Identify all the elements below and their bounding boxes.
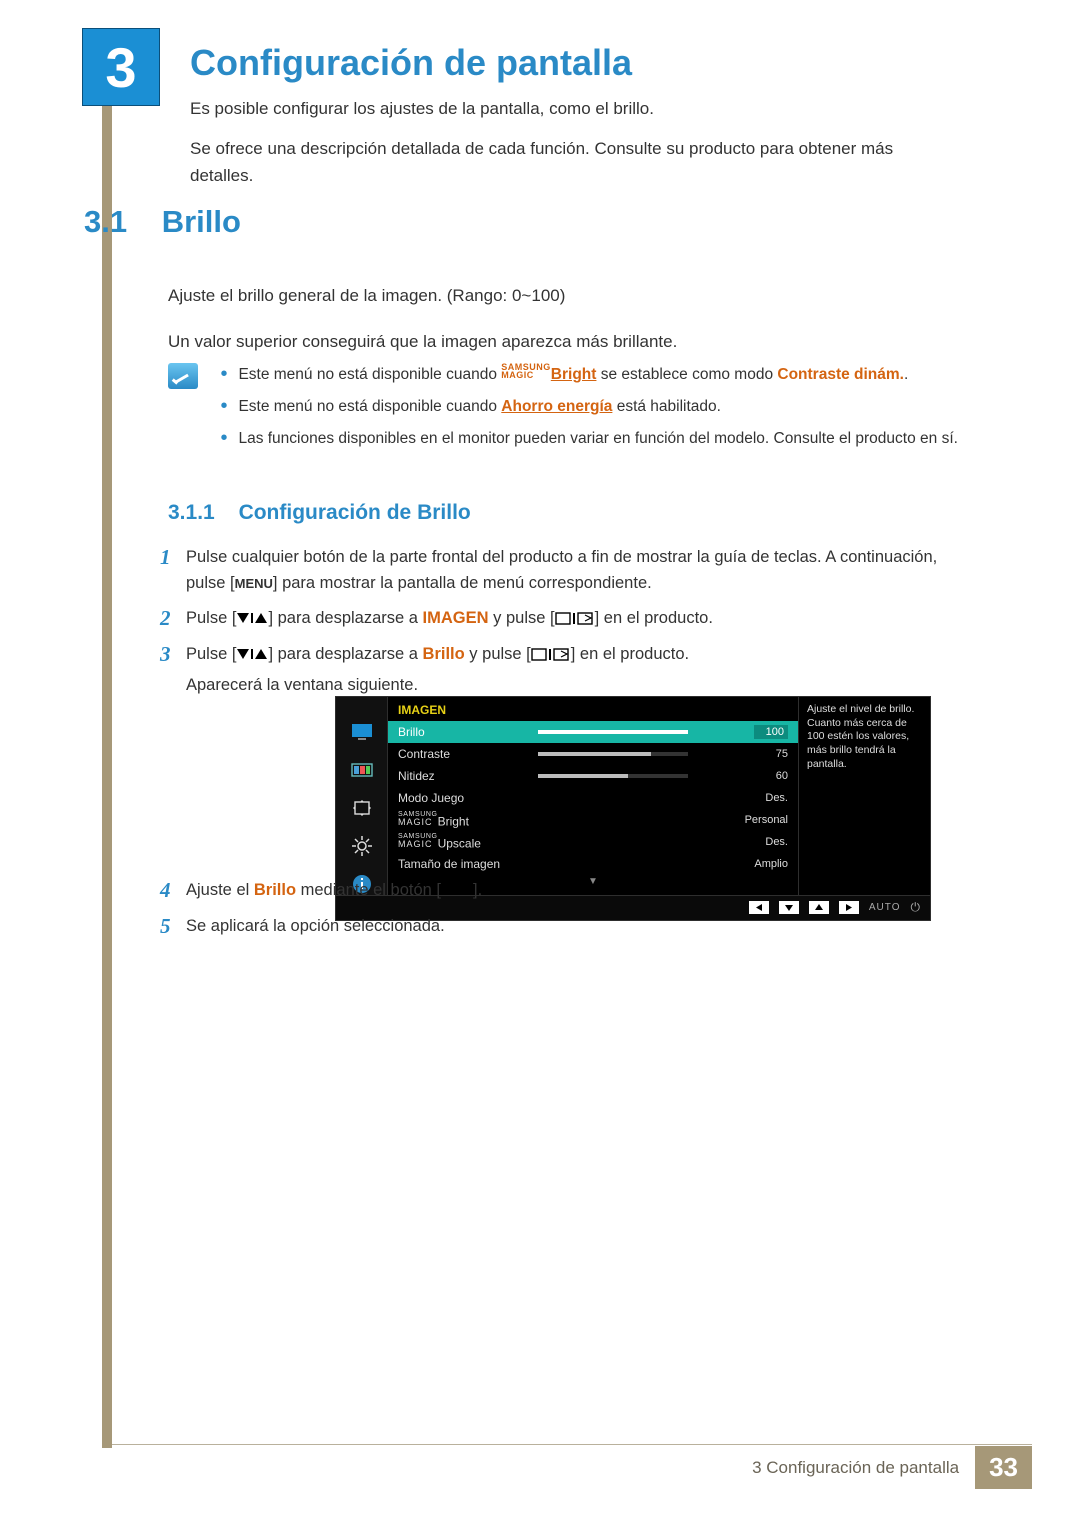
osd-slider	[538, 774, 688, 778]
step-3: 3 Pulse [] para desplazarse a Brillo y p…	[160, 642, 960, 699]
subsection-heading: 3.1.1 Configuración de Brillo	[168, 501, 471, 525]
note-item-2: Este menú no está disponible cuando Ahor…	[220, 395, 960, 419]
intro-block: Es posible configurar los ajustes de la …	[190, 96, 960, 203]
down-up-icon	[236, 608, 268, 634]
menu-button-label: MENU	[235, 576, 273, 591]
step-1: 1 Pulse cualquier botón de la parte fron…	[160, 545, 960, 596]
osd-row: SAMSUNGMAGICBright Personal	[388, 809, 798, 831]
section-body: Ajuste el brillo general de la imagen. (…	[168, 283, 958, 376]
osd-row-value: Des.	[728, 792, 788, 804]
enter-source-icon	[531, 645, 571, 671]
osd-row-label: Tamaño de imagen	[398, 857, 538, 871]
page-footer: 3 Configuración de pantalla 33	[752, 1446, 1032, 1489]
osd-slider	[538, 730, 688, 734]
osd-row-label: Nitidez	[398, 769, 538, 783]
section-heading: 3.1 Brillo	[84, 204, 241, 240]
osd-row-value: Des.	[728, 836, 788, 848]
note-icon	[168, 363, 198, 389]
footer-text: 3 Configuración de pantalla	[752, 1458, 959, 1478]
left-vertical-rule	[102, 28, 112, 1448]
note-box: Este menú no está disponible cuando SAMS…	[168, 363, 968, 459]
intro-p2: Se ofrece una descripción detallada de c…	[190, 136, 960, 189]
down-up-icon	[236, 644, 268, 670]
osd-row-label: Contraste	[398, 747, 538, 761]
gear-icon	[349, 835, 375, 857]
steps-list-continued: 4 Ajuste el Brillo mediante el botón [].…	[160, 878, 960, 949]
osd-row: Tamaño de imagen Amplio	[388, 853, 798, 875]
chapter-badge: 3	[82, 28, 160, 106]
osd-row-value: Personal	[728, 814, 788, 826]
magic-bright-label: SAMSUNGMAGICBright	[501, 366, 596, 383]
osd-tab-title: IMAGEN	[388, 697, 798, 721]
osd-row: SAMSUNGMAGICUpscale Des.	[388, 831, 798, 853]
color-icon	[349, 759, 375, 781]
osd-row-value: Amplio	[728, 858, 788, 870]
step-5: 5 Se aplicará la opción seleccionada.	[160, 914, 960, 940]
chapter-number: 3	[105, 35, 136, 100]
monitor-icon	[349, 721, 375, 743]
enter-source-icon	[555, 609, 595, 635]
step-4: 4 Ajuste el Brillo mediante el botón [].	[160, 878, 960, 904]
osd-row: Brillo 100	[388, 721, 798, 743]
osd-row: Contraste 75	[388, 743, 798, 765]
down-up-icon	[441, 880, 473, 906]
body-p2: Un valor superior conseguirá que la imag…	[168, 329, 958, 355]
chapter-title: Configuración de pantalla	[190, 42, 632, 84]
section-title: Brillo	[162, 204, 241, 239]
osd-row: Modo Juego Des.	[388, 787, 798, 809]
osd-help-text: Ajuste el nivel de brillo. Cuanto más ce…	[798, 697, 930, 895]
osd-slider	[538, 752, 688, 756]
resize-icon	[349, 797, 375, 819]
osd-row: Nitidez 60	[388, 765, 798, 787]
body-p1: Ajuste el brillo general de la imagen. (…	[168, 283, 958, 309]
osd-category-icons	[336, 697, 388, 895]
step-2: 2 Pulse [] para desplazarse a IMAGEN y p…	[160, 606, 960, 632]
note-list: Este menú no está disponible cuando SAMS…	[220, 363, 960, 459]
osd-row-label: SAMSUNGMAGICUpscale	[398, 834, 538, 850]
steps-list: 1 Pulse cualquier botón de la parte fron…	[160, 545, 960, 709]
osd-row-label: Brillo	[398, 725, 538, 739]
note-item-3: Las funciones disponibles en el monitor …	[220, 427, 960, 451]
note-item-1: Este menú no está disponible cuando SAMS…	[220, 363, 960, 387]
section-number: 3.1	[84, 204, 127, 239]
osd-main-panel: IMAGEN Brillo 100 Contraste 75 Nitidez 60 Modo…	[388, 697, 798, 895]
subsection-title: Configuración de Brillo	[239, 501, 471, 524]
intro-p1: Es posible configurar los ajustes de la …	[190, 96, 960, 122]
osd-row-label: SAMSUNGMAGICBright	[398, 812, 538, 828]
osd-row-label: Modo Juego	[398, 791, 538, 805]
page-number: 33	[975, 1446, 1032, 1489]
osd-row-value: 100	[754, 725, 788, 739]
footer-rule	[112, 1444, 1032, 1445]
subsection-number: 3.1.1	[168, 501, 215, 524]
osd-row-value: 60	[728, 770, 788, 782]
osd-row-value: 75	[728, 748, 788, 760]
